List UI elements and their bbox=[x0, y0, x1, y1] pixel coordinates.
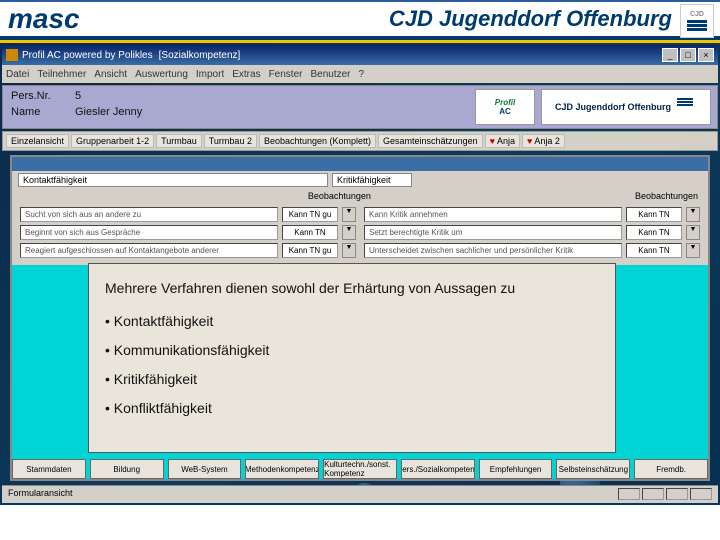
bottom-button-row: Stammdaten Bildung WeB-System Methodenko… bbox=[12, 455, 708, 483]
toolbar-button[interactable]: Turmbau 2 bbox=[204, 134, 257, 148]
menu-item[interactable]: Extras bbox=[232, 69, 260, 80]
dropdown-arrow-icon[interactable]: ▼ bbox=[686, 207, 700, 222]
workspace: Profil AC powered by Polikles [Sozialkom… bbox=[0, 43, 720, 503]
minimize-button[interactable]: _ bbox=[662, 48, 678, 62]
header-title: CJD Jugenddorf Offenburg bbox=[389, 6, 672, 32]
heart-icon: ♥ bbox=[490, 136, 495, 146]
status-segment bbox=[618, 488, 640, 500]
row-value[interactable]: Kann TN bbox=[626, 225, 682, 240]
cjd-logo-icon: CJD bbox=[680, 4, 714, 38]
overlay-info-box: Mehrere Verfahren dienen sowohl der Erhä… bbox=[88, 263, 616, 453]
masc-logo: masc bbox=[8, 3, 80, 35]
toolbar-button[interactable]: ♥ Anja 2 bbox=[522, 134, 565, 148]
status-label: Formularansicht bbox=[8, 488, 73, 501]
menu-item[interactable]: ? bbox=[359, 69, 365, 80]
dropdown-arrow-icon[interactable]: ▼ bbox=[342, 207, 356, 222]
overlay-bullet: • Kommunikationsfähigkeit bbox=[105, 340, 599, 361]
status-segment bbox=[666, 488, 688, 500]
nav-button[interactable]: Selbsteinschätzung bbox=[556, 459, 630, 479]
toolbar-button[interactable]: Einzelansicht bbox=[6, 134, 69, 148]
toolbar-button[interactable]: ♥ Anja bbox=[485, 134, 520, 148]
overlay-intro: Mehrere Verfahren dienen sowohl der Erhä… bbox=[105, 278, 599, 299]
heart-icon: ♥ bbox=[527, 136, 532, 146]
nav-button[interactable]: Methodenkompetenz bbox=[245, 459, 319, 479]
id-panel: Pers.Nr. 5 Name Giesler Jenny Profil AC CJ… bbox=[2, 85, 718, 129]
window-subtitle: [Sozialkompetenz] bbox=[159, 50, 241, 61]
menu-item[interactable]: Datei bbox=[6, 69, 29, 80]
row-label: Setzt berechtigte Kritik um bbox=[364, 225, 622, 240]
cjd-banner: CJD Jugenddorf Offenburg bbox=[541, 89, 711, 125]
profil-ac-logo: Profil AC bbox=[475, 89, 535, 125]
row-value[interactable]: Kann TN bbox=[282, 225, 338, 240]
name-value: Giesler Jenny bbox=[75, 106, 142, 118]
dropdown-arrow-icon[interactable]: ▼ bbox=[686, 225, 700, 240]
dropdown-arrow-icon[interactable]: ▼ bbox=[342, 225, 356, 240]
inner-titlebar bbox=[12, 157, 708, 171]
close-button[interactable]: × bbox=[698, 48, 714, 62]
window-title: Profil AC powered by Polikles bbox=[22, 50, 153, 61]
overlay-bullet: • Konfliktfähigkeit bbox=[105, 398, 599, 419]
footer bbox=[0, 503, 720, 537]
row-value[interactable]: Kann TN gu bbox=[282, 243, 338, 258]
menu-item[interactable]: Import bbox=[196, 69, 224, 80]
obs-label-right: Beobachtungen bbox=[635, 191, 702, 201]
row-label: Sucht von sich aus an andere zu bbox=[20, 207, 278, 222]
dropdown-arrow-icon[interactable]: ▼ bbox=[342, 243, 356, 258]
row-label: Beginnt von sich aus Gespräche bbox=[20, 225, 278, 240]
status-segment bbox=[642, 488, 664, 500]
dropdown-arrow-icon[interactable]: ▼ bbox=[686, 243, 700, 258]
status-segment bbox=[690, 488, 712, 500]
persnr-value: 5 bbox=[75, 90, 81, 102]
menu-item[interactable]: Benutzer bbox=[310, 69, 350, 80]
toolbar-button[interactable]: Beobachtungen (Komplett) bbox=[259, 134, 376, 148]
nav-button[interactable]: Kulturtechn./sonst. Kompetenz bbox=[323, 459, 397, 479]
nav-button[interactable]: Empfehlungen bbox=[479, 459, 553, 479]
menu-item[interactable]: Auswertung bbox=[135, 69, 188, 80]
app-icon bbox=[6, 49, 18, 61]
toolbar-button[interactable]: Gruppenarbeit 1-2 bbox=[71, 134, 154, 148]
nav-button[interactable]: Fremdb. bbox=[634, 459, 708, 479]
menubar: Datei Teilnehmer Ansicht Auswertung Impo… bbox=[2, 65, 718, 83]
window-titlebar: Profil AC powered by Polikles [Sozialkom… bbox=[2, 45, 718, 65]
nav-button[interactable]: WeB-System bbox=[168, 459, 242, 479]
row-label: Unterscheidet zwischen sachlicher und pe… bbox=[364, 243, 622, 258]
status-bar: Formularansicht bbox=[2, 485, 718, 503]
row-label: Kann Kritik annehmen bbox=[364, 207, 622, 222]
toolbar: Einzelansicht Gruppenarbeit 1-2 Turmbau … bbox=[2, 131, 718, 151]
section-left-title: Kontaktfähigkeit bbox=[18, 173, 328, 187]
menu-item[interactable]: Fenster bbox=[269, 69, 303, 80]
row-label: Reagiert aufgeschlossen auf Kontaktangeb… bbox=[20, 243, 278, 258]
obs-label-left: Beobachtungen bbox=[308, 191, 375, 201]
persnr-label: Pers.Nr. bbox=[11, 90, 67, 102]
grid-area: Sucht von sich aus an andere zu Kann TN g… bbox=[12, 203, 708, 265]
app-header: masc CJD Jugenddorf Offenburg CJD bbox=[0, 0, 720, 40]
overlay-bullet: • Kontaktfähigkeit bbox=[105, 311, 599, 332]
row-value[interactable]: Kann TN gu bbox=[282, 207, 338, 222]
menu-item[interactable]: Ansicht bbox=[94, 69, 127, 80]
name-label: Name bbox=[11, 106, 67, 118]
overlay-bullet: • Kritikfähigkeit bbox=[105, 369, 599, 390]
section-right-title: Kritikfähigkeit bbox=[332, 173, 412, 187]
toolbar-button[interactable]: Turmbau bbox=[156, 134, 202, 148]
nav-button[interactable]: Stammdaten bbox=[12, 459, 86, 479]
row-value[interactable]: Kann TN bbox=[626, 243, 682, 258]
menu-item[interactable]: Teilnehmer bbox=[37, 69, 86, 80]
row-value[interactable]: Kann TN bbox=[626, 207, 682, 222]
nav-button[interactable]: Bildung bbox=[90, 459, 164, 479]
maximize-button[interactable]: □ bbox=[680, 48, 696, 62]
nav-button[interactable]: Pers./Sozialkompetenz bbox=[401, 459, 475, 479]
toolbar-button[interactable]: Gesamteinschätzungen bbox=[378, 134, 483, 148]
